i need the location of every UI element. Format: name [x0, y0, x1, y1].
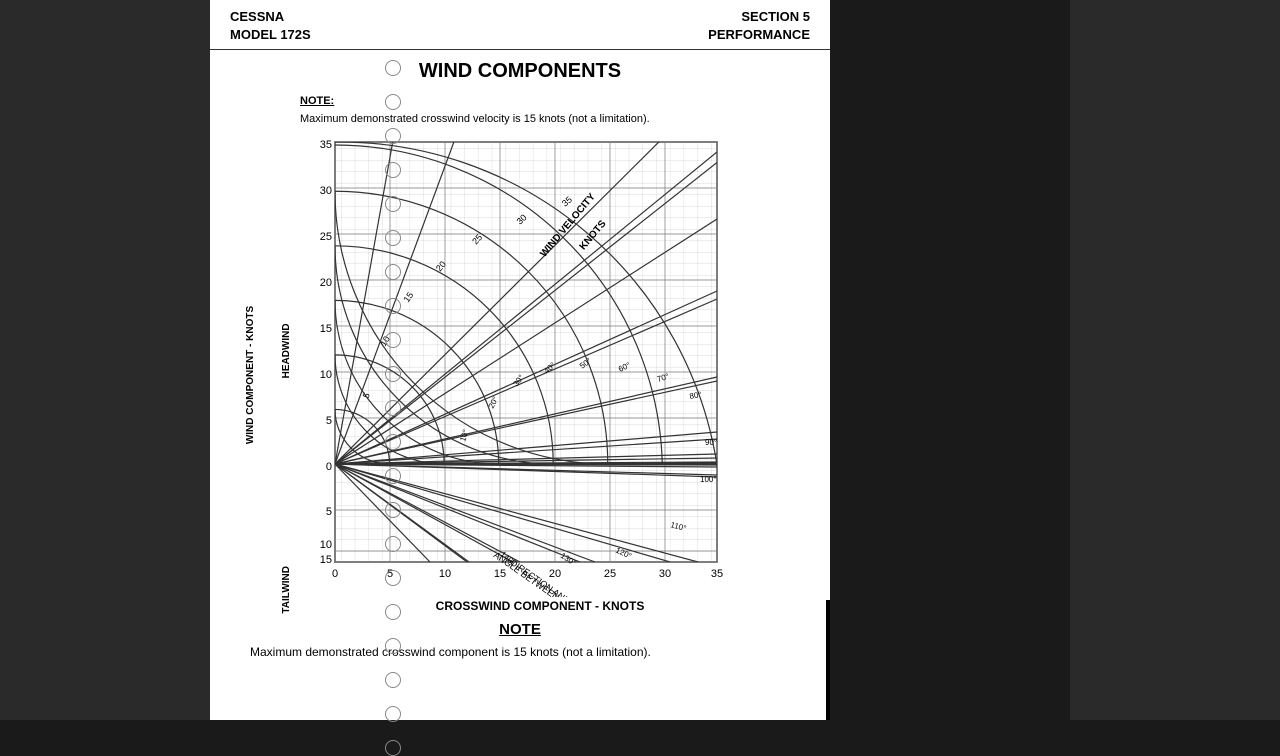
- dot-21: [385, 740, 401, 756]
- svg-text:100°: 100°: [700, 475, 717, 484]
- dot-2: [385, 94, 401, 110]
- right-panel: [1070, 0, 1280, 720]
- svg-text:15: 15: [494, 568, 506, 580]
- y-axis-labels: WIND COMPONENT - KNOTS HEADWIND TAILWIND: [245, 137, 300, 613]
- dot-10: [385, 366, 401, 382]
- dot-13: [385, 468, 401, 484]
- dot-4: [385, 162, 401, 178]
- wind-chart: 35 30 25 20 15 10 5 0 5 10 15: [300, 137, 780, 597]
- dot-19: [385, 672, 401, 688]
- svg-text:15: 15: [320, 554, 332, 566]
- svg-text:30: 30: [320, 185, 332, 197]
- left-panel: [0, 0, 210, 720]
- chart-svg-wrapper: 35 30 25 20 15 10 5 0 5 10 15: [300, 137, 780, 613]
- x-axis-label: CROSSWIND COMPONENT - KNOTS: [300, 599, 780, 613]
- bottom-note-title: NOTE: [250, 621, 790, 638]
- dot-16: [385, 570, 401, 586]
- dot-17: [385, 604, 401, 620]
- svg-text:20: 20: [549, 568, 561, 580]
- dot-7: [385, 264, 401, 280]
- svg-text:35: 35: [320, 139, 332, 151]
- dot-3: [385, 128, 401, 144]
- svg-text:10: 10: [439, 568, 451, 580]
- dot-9: [385, 332, 401, 348]
- svg-text:10: 10: [320, 539, 332, 551]
- svg-text:5: 5: [326, 415, 332, 427]
- dot-14: [385, 502, 401, 518]
- vertical-bar: [826, 600, 830, 720]
- svg-text:25: 25: [604, 568, 616, 580]
- svg-text:10: 10: [320, 369, 332, 381]
- header-left: CESSNA MODEL 172S: [230, 8, 311, 44]
- page: CESSNA MODEL 172S SECTION 5 PERFORMANCE: [210, 0, 830, 720]
- tailwind-label: TAILWIND: [281, 566, 292, 614]
- svg-text:90°: 90°: [705, 438, 717, 447]
- dot-6: [385, 230, 401, 246]
- header-performance: PERFORMANCE: [708, 26, 810, 44]
- bottom-note: NOTE Maximum demonstrated crosswind comp…: [240, 621, 800, 661]
- svg-text:20: 20: [320, 277, 332, 289]
- note-label: NOTE:: [300, 95, 334, 107]
- bottom-note-text: Maximum demonstrated crosswind component…: [250, 643, 790, 661]
- header-right: SECTION 5 PERFORMANCE: [708, 8, 810, 44]
- header-section: SECTION 5: [708, 8, 810, 26]
- page-header: CESSNA MODEL 172S SECTION 5 PERFORMANCE: [210, 0, 830, 50]
- dot-8: [385, 298, 401, 314]
- dot-5: [385, 196, 401, 212]
- y-axis-main-label: WIND COMPONENT - KNOTS: [245, 306, 257, 444]
- main-title: WIND COMPONENTS: [240, 60, 800, 83]
- page-content: WIND COMPONENTS NOTE: Maximum demonstrat…: [210, 50, 830, 671]
- header-cessna: CESSNA: [230, 8, 311, 26]
- note-text: Maximum demonstrated crosswind velocity …: [300, 113, 650, 125]
- dot-15: [385, 536, 401, 552]
- headwind-tailwind-labels: HEADWIND TAILWIND: [272, 137, 300, 613]
- svg-text:0: 0: [326, 461, 332, 473]
- chart-container: WIND COMPONENT - KNOTS HEADWIND TAILWIND: [245, 137, 800, 613]
- dot-12: [385, 434, 401, 450]
- svg-text:25: 25: [320, 231, 332, 243]
- svg-text:5: 5: [326, 506, 332, 518]
- headwind-label: HEADWIND: [281, 137, 292, 565]
- svg-text:30: 30: [659, 568, 671, 580]
- dot-11: [385, 400, 401, 416]
- top-note: NOTE: Maximum demonstrated crosswind vel…: [300, 91, 800, 127]
- svg-text:15: 15: [320, 323, 332, 335]
- dot-1: [385, 60, 401, 76]
- svg-text:35: 35: [711, 568, 723, 580]
- header-model: MODEL 172S: [230, 26, 311, 44]
- svg-text:0: 0: [332, 568, 338, 580]
- sidebar-dots: [385, 60, 401, 756]
- dot-18: [385, 638, 401, 654]
